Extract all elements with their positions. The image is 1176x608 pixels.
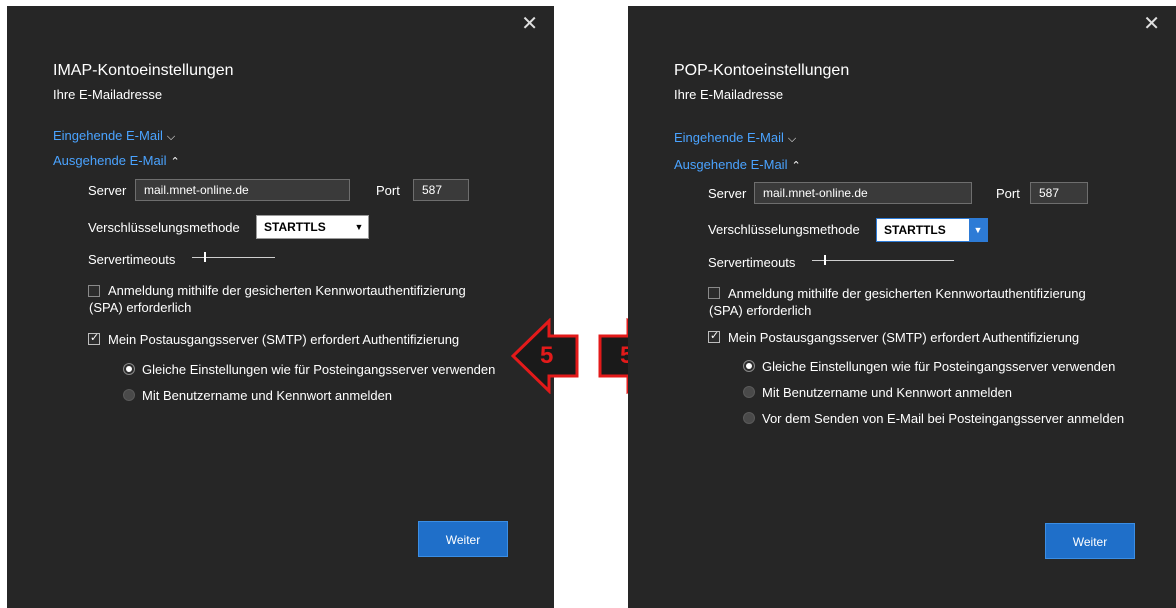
- dropdown-arrow-icon: ▼: [354, 222, 364, 232]
- port-label: Port: [996, 186, 1020, 201]
- radio-same-settings[interactable]: [123, 363, 135, 375]
- dialog-title: IMAP-Kontoeinstellungen: [53, 62, 234, 79]
- radio-username-password[interactable]: [743, 386, 755, 398]
- chevron-up-icon: ⌃: [170, 156, 180, 168]
- next-button[interactable]: Weiter: [418, 521, 508, 557]
- radio-same-settings-label: Gleiche Einstellungen wie für Posteingan…: [762, 359, 1116, 374]
- radio-username-password-label: Mit Benutzername und Kennwort anmelden: [762, 385, 1013, 400]
- annotation-number-left: 5: [540, 342, 554, 369]
- outgoing-mail-label: Ausgehende E-Mail: [674, 157, 788, 172]
- server-timeouts-label: Servertimeouts: [708, 255, 796, 270]
- dialog-subtitle: Ihre E-Mailadresse: [53, 87, 163, 102]
- dialog-subtitle: Ihre E-Mailadresse: [674, 87, 784, 102]
- chevron-down-icon: ⌵: [166, 131, 176, 143]
- server-timeouts-slider-track[interactable]: [812, 260, 954, 261]
- server-label: Server: [88, 183, 127, 198]
- encryption-selected-value: STARTTLS: [884, 223, 946, 237]
- radio-same-settings-label: Gleiche Einstellungen wie für Posteingan…: [142, 362, 496, 377]
- encryption-select[interactable]: STARTTLS ▼: [256, 215, 369, 239]
- spa-label-line1: Anmeldung mithilfe der gesicherten Kennw…: [108, 283, 466, 298]
- spa-label-line2: (SPA) erforderlich: [709, 303, 812, 318]
- radio-pop-before-smtp[interactable]: [743, 412, 755, 424]
- checkmark-icon: ✓: [90, 332, 100, 344]
- chevron-up-icon: ⌃: [791, 160, 801, 172]
- next-button[interactable]: Weiter: [1045, 523, 1135, 559]
- port-label: Port: [376, 183, 400, 198]
- encryption-label: Verschlüsselungsmethode: [708, 222, 860, 237]
- spa-checkbox[interactable]: [88, 285, 100, 297]
- port-input[interactable]: 587: [413, 179, 469, 201]
- server-timeouts-label: Servertimeouts: [88, 252, 176, 267]
- server-timeouts-slider-thumb[interactable]: [824, 255, 826, 265]
- spa-label-line2: (SPA) erforderlich: [89, 300, 192, 315]
- radio-pop-before-smtp-label: Vor dem Senden von E-Mail bei Posteingan…: [762, 411, 1125, 426]
- smtp-auth-checkbox[interactable]: ✓: [88, 332, 100, 345]
- encryption-label: Verschlüsselungsmethode: [88, 220, 240, 235]
- outgoing-mail-section-toggle[interactable]: Ausgehende E-Mail ⌃: [674, 157, 801, 172]
- port-input[interactable]: 587: [1030, 182, 1088, 204]
- close-icon[interactable]: ✕: [1143, 14, 1160, 34]
- outgoing-mail-label: Ausgehende E-Mail: [53, 153, 167, 168]
- server-input[interactable]: mail.mnet-online.de: [135, 179, 350, 201]
- spa-checkbox[interactable]: [708, 287, 720, 299]
- radio-username-password[interactable]: [123, 389, 135, 401]
- dropdown-arrow-icon: ▼: [969, 219, 987, 241]
- smtp-auth-label: Mein Postausgangsserver (SMTP) erfordert…: [728, 330, 1080, 345]
- radio-same-settings[interactable]: [743, 360, 755, 372]
- checkmark-icon: ✓: [710, 330, 720, 342]
- spa-label-line1: Anmeldung mithilfe der gesicherten Kennw…: [728, 286, 1086, 301]
- pop-settings-dialog: ✕ POP-Kontoeinstellungen Ihre E-Mailadre…: [628, 6, 1176, 608]
- encryption-select[interactable]: STARTTLS ▼: [876, 218, 988, 242]
- incoming-mail-section-toggle[interactable]: Eingehende E-Mail ⌵: [53, 128, 175, 144]
- smtp-auth-checkbox[interactable]: ✓: [708, 330, 720, 343]
- server-timeouts-slider-thumb[interactable]: [204, 252, 206, 262]
- radio-username-password-label: Mit Benutzername und Kennwort anmelden: [142, 388, 393, 403]
- incoming-mail-label: Eingehende E-Mail: [53, 128, 163, 143]
- encryption-selected-value: STARTTLS: [264, 220, 326, 234]
- incoming-mail-label: Eingehende E-Mail: [674, 130, 784, 145]
- chevron-down-icon: ⌵: [787, 133, 797, 145]
- imap-settings-dialog: ✕ IMAP-Kontoeinstellungen Ihre E-Mailadr…: [7, 6, 554, 608]
- incoming-mail-section-toggle[interactable]: Eingehende E-Mail ⌵: [674, 130, 796, 146]
- server-label: Server: [708, 186, 747, 201]
- smtp-auth-label: Mein Postausgangsserver (SMTP) erfordert…: [108, 332, 460, 347]
- server-input[interactable]: mail.mnet-online.de: [754, 182, 972, 204]
- outgoing-mail-section-toggle[interactable]: Ausgehende E-Mail ⌃: [53, 153, 180, 168]
- close-icon[interactable]: ✕: [521, 14, 538, 34]
- dialog-title: POP-Kontoeinstellungen: [674, 62, 850, 79]
